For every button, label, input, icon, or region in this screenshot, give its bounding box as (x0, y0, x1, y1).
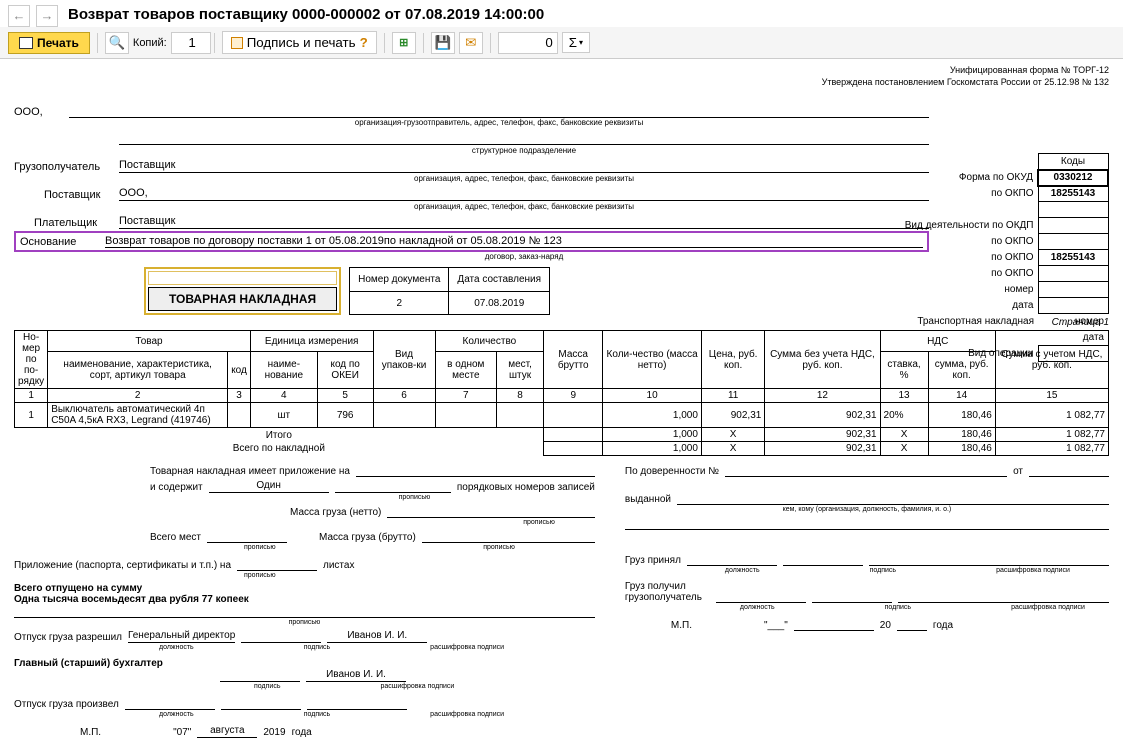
sign-stamp-button[interactable]: Подпись и печать ? (222, 31, 377, 54)
code-okpo-supplier: 18255143 (1038, 250, 1108, 266)
save-button[interactable]: 💾 (431, 32, 455, 54)
excel-button[interactable]: ⊞ (392, 32, 416, 54)
consignee-value: Поставщик (119, 159, 929, 173)
doc-title-frame: ТОВАРНАЯ НАКЛАДНАЯ (144, 267, 341, 315)
sigma-icon: Σ (569, 35, 577, 50)
doc-date: 07.08.2019 (449, 291, 550, 315)
back-button[interactable]: ← (8, 5, 30, 27)
basis-highlight: ОснованиеВозврат товаров по договору пос… (14, 231, 929, 252)
window-title: Возврат товаров поставщику 0000-000002 о… (64, 4, 544, 27)
basis-value: Возврат товаров по договору поставки 1 о… (105, 235, 923, 248)
org-value: ООО, (14, 106, 69, 118)
mail-button[interactable]: ✉ (459, 32, 483, 54)
code-okpo-sender: 18255143 (1038, 186, 1108, 202)
supplier-value: ООО, (119, 187, 929, 201)
copies-label: Копий: (133, 37, 167, 49)
help-icon: ? (360, 35, 368, 50)
form-meta: Унифицированная форма № ТОРГ-12 Утвержде… (14, 65, 1109, 88)
preview-button[interactable]: 🔍 (105, 32, 129, 54)
printer-icon (19, 37, 33, 49)
total-sum-words: Одна тысяча восемьдесят два рубля 77 коп… (14, 594, 595, 605)
toolbar: Печать 🔍 Копий: ▲▼ Подпись и печать ? ⊞ … (0, 27, 1123, 59)
forward-button[interactable]: → (36, 5, 58, 27)
print-label: Печать (37, 36, 79, 50)
magnifier-icon: 🔍 (109, 35, 126, 51)
table-icon: ⊞ (399, 36, 408, 49)
payer-value: Поставщик (119, 215, 929, 229)
sigma-button[interactable]: Σ▾ (562, 32, 590, 53)
codes-header: Коды (1038, 154, 1108, 170)
doc-number: 2 (350, 291, 449, 315)
table-row: 1 Выключатель автоматический 4п C50A 4,5… (15, 403, 1109, 428)
envelope-icon: ✉ (465, 35, 476, 51)
total-sum-label: Всего отпущено на сумму (14, 583, 595, 594)
sign-label: Подпись и печать (247, 35, 356, 50)
dropdown-icon: ▾ (579, 38, 583, 47)
print-button[interactable]: Печать (8, 32, 90, 54)
doc-number-table: Номер документаДата составления 207.08.2… (349, 267, 550, 315)
copies-input[interactable] (171, 32, 211, 54)
sum-field[interactable] (498, 32, 558, 54)
diskette-icon: 💾 (434, 35, 451, 51)
code-okud: 0330212 (1038, 170, 1108, 186)
doc-title: ТОВАРНАЯ НАКЛАДНАЯ (148, 287, 337, 311)
checkbox-icon (231, 37, 243, 49)
